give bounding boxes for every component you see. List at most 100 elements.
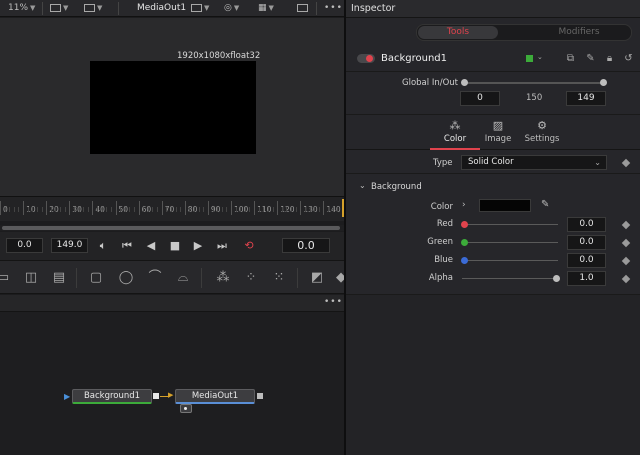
tool-color-chip[interactable] — [526, 55, 533, 62]
node-editor[interactable]: ▶ Background1 ▶ MediaOut1 — [0, 312, 344, 455]
alpha-slider[interactable] — [462, 278, 554, 279]
render-start-field[interactable]: 0.0 — [6, 238, 43, 253]
render-end-field[interactable]: 149.0 — [51, 238, 88, 253]
view-layout-button[interactable]: ▼ — [50, 2, 68, 15]
lock-icon[interactable]: 🔒︎ — [603, 52, 616, 65]
red-slider[interactable] — [466, 224, 558, 225]
keyframe-diamond-icon[interactable] — [621, 274, 631, 284]
global-out-field[interactable]: 149 — [566, 91, 606, 106]
tab-tools[interactable]: Tools — [418, 26, 498, 39]
layout-icon — [50, 3, 61, 12]
node-more-icon[interactable]: ••• — [324, 297, 343, 307]
collapse-arrow-icon: ⌄ — [359, 181, 366, 190]
tool-emitter-icon[interactable]: ⁘ — [242, 269, 260, 287]
safe-frame-button[interactable] — [297, 2, 308, 15]
keyframe-diamond-icon[interactable] — [621, 158, 631, 168]
viewer-more-icon[interactable]: ••• — [324, 2, 343, 15]
subtab-settings[interactable]: ⚙︎ Settings — [517, 118, 567, 150]
pin-icon[interactable]: ✎ — [584, 52, 597, 65]
keyframe-diamond-icon[interactable] — [621, 238, 631, 248]
ruler-minor-tick — [64, 207, 66, 212]
loop-icon[interactable]: ⟲ — [240, 237, 258, 255]
tool-text-icon[interactable]: ▤ — [50, 269, 68, 287]
tool-background-icon[interactable]: ▭ — [0, 269, 12, 287]
global-in-field[interactable]: 0 — [460, 91, 500, 106]
ruler-minor-tick — [55, 207, 57, 212]
tool-name[interactable]: Background1 — [381, 53, 447, 64]
tool-enable-toggle[interactable] — [357, 54, 375, 63]
output-port[interactable] — [257, 393, 263, 399]
blue-slider-handle[interactable] — [461, 257, 468, 264]
ruler-minor-tick — [78, 207, 80, 212]
tool-particles-icon[interactable]: ⁂ — [214, 269, 232, 287]
node-background1[interactable]: Background1 — [72, 389, 152, 404]
zoom-dropdown[interactable]: 11% ▼ — [8, 2, 35, 15]
inspector-empty-area — [346, 295, 640, 455]
tool-render-icon[interactable]: ⁙ — [270, 269, 288, 287]
channel-button[interactable]: ◎ ▼ — [224, 2, 239, 15]
red-value-field[interactable]: 0.0 — [567, 217, 606, 232]
tool-bspline-icon[interactable]: ⌓ — [174, 269, 192, 287]
current-frame-field[interactable]: 0.0 — [282, 238, 330, 253]
chevron-down-icon: ▼ — [233, 4, 240, 12]
background-section-header[interactable]: ⌄ Background — [346, 180, 640, 194]
tool-rectangle-icon[interactable]: ▢ — [87, 269, 105, 287]
chevron-down-icon[interactable]: ⌄ — [537, 53, 543, 61]
ruler-minor-tick — [180, 207, 182, 212]
ruler-minor-tick — [18, 207, 20, 212]
green-slider[interactable] — [466, 242, 558, 243]
blue-value-field[interactable]: 0.0 — [567, 253, 606, 268]
global-in-handle[interactable] — [461, 79, 468, 86]
display-mode-button[interactable]: ▼ — [84, 2, 102, 15]
alpha-slider-handle[interactable] — [553, 275, 560, 282]
tool-header-row: Background1 ⌄ ⧉ ✎ 🔒︎ ↺ — [346, 46, 640, 72]
global-range-slider[interactable] — [464, 82, 604, 84]
timeline-scrollbar[interactable] — [0, 225, 344, 231]
color-swatch[interactable] — [479, 199, 531, 212]
grid-button[interactable]: ▦ ▼ — [258, 2, 274, 15]
frame-preview — [90, 61, 256, 154]
scroll-thumb[interactable] — [2, 226, 340, 230]
ruler-minor-tick — [286, 207, 288, 212]
alpha-value-field[interactable]: 1.0 — [567, 271, 606, 286]
chevron-right-icon[interactable]: › — [462, 200, 466, 210]
output-port[interactable] — [153, 393, 159, 399]
tool-merge-icon[interactable]: ◫ — [22, 269, 40, 287]
reset-icon[interactable]: ↺ — [622, 52, 635, 65]
tool-polygon-icon[interactable]: ⌒ — [146, 269, 164, 287]
versions-icon[interactable]: ⧉ — [564, 52, 577, 65]
ruler-minor-tick — [212, 207, 214, 212]
skip-end-icon[interactable]: ⏭︎ — [213, 237, 231, 255]
ruler-minor-tick — [157, 207, 159, 212]
param-color-row: Color › ✎ — [346, 199, 640, 217]
tool-shape3d-icon[interactable]: ◩ — [308, 269, 326, 287]
keyframe-diamond-icon[interactable] — [621, 220, 631, 230]
viewer-name[interactable]: MediaOut1 — [137, 2, 186, 15]
node-mediaout1[interactable]: MediaOut1 — [175, 389, 255, 404]
toggle-dot — [366, 55, 373, 62]
tab-modifiers[interactable]: Modifiers — [539, 26, 619, 39]
speaker-icon[interactable]: 🔈︎ — [94, 237, 112, 255]
toolbar-divider — [42, 2, 43, 15]
eyedropper-icon[interactable]: ✎ — [541, 199, 549, 210]
ruler-major-tick — [300, 201, 302, 215]
stop-icon[interactable]: ■ — [166, 237, 184, 255]
viewer-options-button[interactable]: ▼ — [191, 2, 209, 15]
step-back-icon[interactable]: ◀ — [142, 237, 160, 255]
global-out-handle[interactable] — [600, 79, 607, 86]
ruler-minor-tick — [240, 207, 242, 212]
subtab-image[interactable]: ▨ Image — [473, 118, 523, 150]
type-dropdown[interactable]: Solid Color ⌄ — [461, 155, 607, 170]
ruler-minor-tick — [166, 207, 168, 212]
red-slider-handle[interactable] — [461, 221, 468, 228]
green-value-field[interactable]: 0.0 — [567, 235, 606, 250]
ruler-minor-tick — [175, 207, 177, 212]
keyframe-diamond-icon[interactable] — [621, 256, 631, 266]
skip-start-icon[interactable]: ⏮︎ — [118, 237, 136, 255]
viewer-canvas[interactable]: 1920x1080xfloat32 — [0, 18, 344, 196]
tool-ellipse-icon[interactable]: ◯ — [117, 269, 135, 287]
blue-slider[interactable] — [466, 260, 558, 261]
play-icon[interactable]: ▶ — [189, 237, 207, 255]
green-slider-handle[interactable] — [461, 239, 468, 246]
time-ruler[interactable]: 0102030405060708090100110120130140 — [0, 196, 344, 221]
